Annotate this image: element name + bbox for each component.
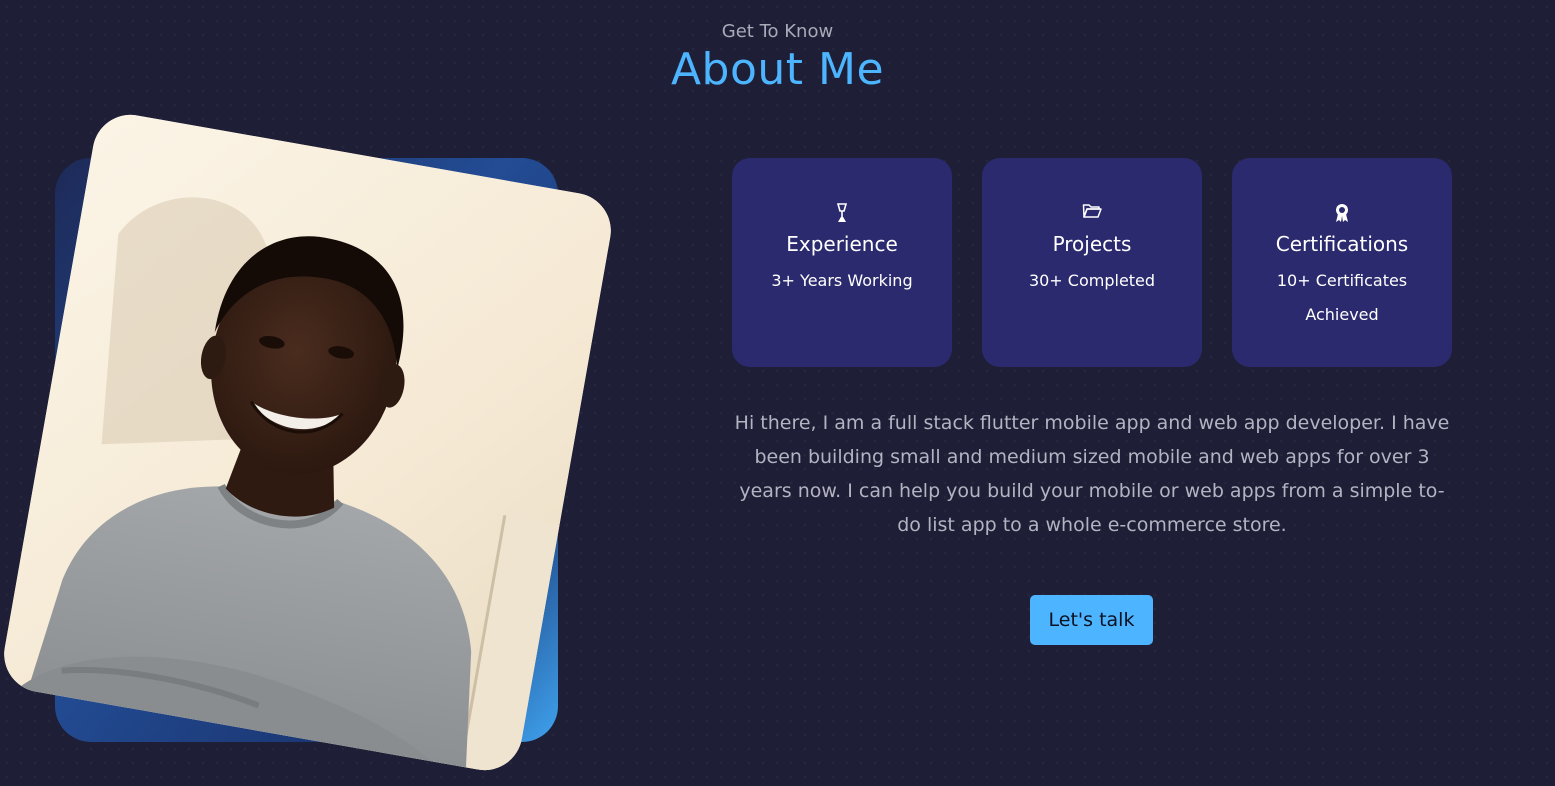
- card-value: 30+ Completed: [1028, 271, 1156, 290]
- card-title: Experience: [786, 232, 898, 256]
- card-experience: Experience 3+ Years Working: [732, 158, 952, 367]
- card-projects: Projects 30+ Completed: [982, 158, 1202, 367]
- card-value: 3+ Years Working: [771, 271, 913, 290]
- card-title: Projects: [1052, 232, 1132, 256]
- stats-cards: Experience 3+ Years Working Projects 30+…: [732, 158, 1452, 367]
- lets-talk-button[interactable]: Let's talk: [1030, 595, 1153, 645]
- portrait-illustration: [0, 108, 617, 777]
- card-title: Certifications: [1275, 232, 1409, 256]
- bio-text: Hi there, I am a full stack flutter mobi…: [734, 412, 1450, 536]
- folder-icon: [982, 203, 1202, 223]
- card-certifications: Certifications 10+ Certificates Achieved: [1232, 158, 1452, 367]
- card-value: 10+ Certificates Achieved: [1276, 271, 1408, 324]
- award-trophy-icon: [732, 203, 952, 223]
- section-subtitle: Get To Know: [721, 21, 834, 42]
- section-title: About Me: [670, 44, 885, 95]
- profile-photo: [0, 108, 617, 777]
- certificate-badge-icon: [1232, 203, 1452, 223]
